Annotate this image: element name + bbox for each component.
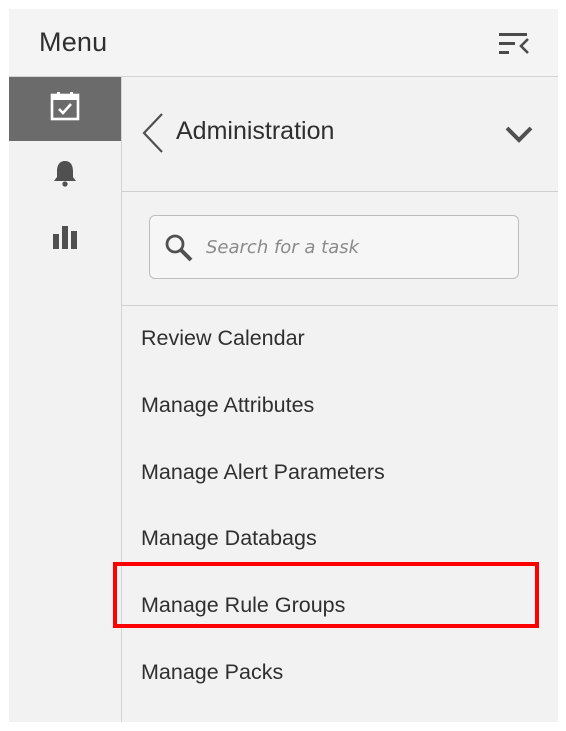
- task-item-manage-rule-groups[interactable]: Manage Rule Groups: [122, 573, 558, 633]
- task-item-manage-databags[interactable]: Manage Databags: [122, 506, 558, 566]
- task-label: Manage Attributes: [141, 393, 315, 417]
- chevron-down-icon[interactable]: [504, 123, 534, 145]
- side-rail: [9, 77, 122, 722]
- search-box[interactable]: [149, 215, 519, 279]
- task-label: Manage Databags: [141, 526, 317, 550]
- menu-header: Menu: [9, 9, 558, 77]
- task-item-manage-alert-parameters[interactable]: Manage Alert Parameters: [122, 440, 558, 500]
- task-search-input[interactable]: [206, 230, 506, 264]
- search-icon: [164, 233, 194, 263]
- section-title: Administration: [176, 117, 335, 145]
- task-label: Manage Rule Groups: [141, 593, 346, 617]
- rail-item-calendar[interactable]: [9, 77, 121, 141]
- bar-chart-icon: [51, 223, 79, 256]
- chevron-left-icon[interactable]: [140, 111, 166, 155]
- menu-title: Menu: [39, 27, 108, 57]
- task-item-manage-packs[interactable]: Manage Packs: [122, 640, 558, 700]
- task-item-manage-attributes[interactable]: Manage Attributes: [122, 373, 558, 433]
- search-area: [122, 192, 558, 306]
- task-label: Manage Packs: [141, 660, 284, 684]
- navigation-menu-panel: Menu Administration Search for a task Re…: [9, 9, 558, 722]
- task-label: Review Calendar: [141, 326, 305, 350]
- collapse-menu-icon[interactable]: [497, 29, 533, 59]
- menu-content: Administration Review Calendar: [122, 77, 558, 722]
- rail-item-reports[interactable]: [9, 207, 121, 271]
- bell-icon: [52, 159, 78, 192]
- calendar-check-icon: [50, 91, 80, 127]
- task-item-review-calendar[interactable]: Review Calendar: [122, 306, 558, 366]
- section-header: Administration: [122, 77, 558, 192]
- task-label: Manage Alert Parameters: [141, 460, 385, 484]
- rail-item-notifications[interactable]: [9, 143, 121, 207]
